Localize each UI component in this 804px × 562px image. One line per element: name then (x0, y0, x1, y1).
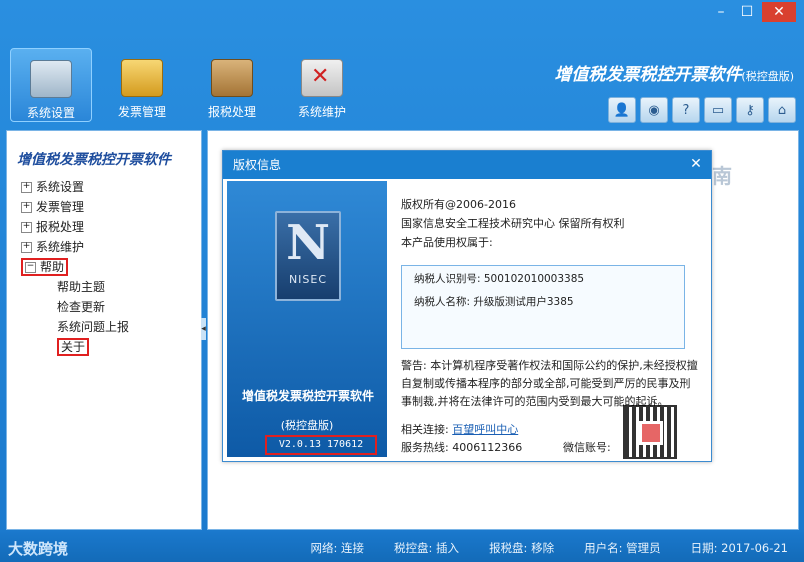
about-dialog: 版权信息 ✕ N NISEC 增值税发票税控开票软件 (税控盘版) V2.0.1… (222, 150, 712, 462)
tree-label: 系统设置 (36, 180, 85, 194)
taxpayer-name: 纳税人名称: 升级版测试用户3385 (414, 296, 574, 308)
highlight-box: 关于 (57, 338, 90, 356)
tree-item-help-topics[interactable]: 帮助主题 (57, 277, 201, 297)
home-icon[interactable]: ⌂ (768, 97, 796, 123)
dialog-close-button[interactable]: ✕ (685, 153, 707, 175)
help-icon[interactable]: ? (672, 97, 700, 123)
status-tax-disk: 税控盘: 插入 (394, 541, 460, 555)
dialog-title: 版权信息 (223, 151, 711, 179)
status-user: 用户名: 管理员 (584, 541, 661, 555)
toolbar-label: 系统设置 (26, 106, 75, 120)
expand-icon[interactable]: + (21, 242, 32, 253)
tools-icon (301, 59, 343, 97)
expand-icon[interactable]: + (21, 222, 32, 233)
owner-label: 本产品使用权属于: (401, 236, 493, 249)
product-name: 增值税发票税控开票软件 (241, 389, 374, 403)
status-bar: 大数跨境 网络: 连接 税控盘: 插入 报税盘: 移除 用户名: 管理员 日期:… (0, 532, 804, 562)
tree-item-report-issue[interactable]: 系统问题上报 (57, 317, 201, 337)
toolbar-invoice-management[interactable]: 发票管理 (102, 48, 182, 120)
nav-tree: + 系统设置 + 发票管理 + 报税处理 + 系统维护 − 帮助 帮助主题 检查更新 系统… (21, 177, 201, 357)
main-toolbar: 系统设置 发票管理 报税处理 系统维护 (10, 48, 362, 122)
tree-label: 报税处理 (36, 220, 85, 234)
wechat-label: 微信账号: (563, 441, 611, 454)
status-items: 网络: 连接 税控盘: 插入 报税盘: 移除 用户名: 管理员 日期: 2017… (311, 540, 789, 556)
expand-icon[interactable]: + (21, 202, 32, 213)
tree-label: 发票管理 (36, 200, 85, 214)
watermark-brand: 大数跨境 (8, 540, 69, 558)
highlight-box: − 帮助 (21, 258, 69, 276)
toolbar-label: 报税处理 (207, 105, 256, 119)
window-controls: – ☐ ✕ (710, 2, 796, 22)
status-network: 网络: 连接 (310, 541, 365, 555)
toolbar-label: 发票管理 (117, 105, 166, 119)
sidebar: 增值税发票税控开票软件 + 系统设置 + 发票管理 + 报税处理 + 系统维护 − 帮助 … (6, 130, 202, 530)
warning-text: 警告: 本计算机程序受著作权法和国际公约的保护,未经授权擅自复制或传播本程序的部… (401, 359, 698, 408)
tree-item-invoice-management[interactable]: + 发票管理 (21, 197, 201, 217)
licensee-box: 纳税人识别号: 500102010003385 纳税人名称: 升级版测试用户33… (401, 265, 685, 349)
toolbar-tax-reporting[interactable]: 报税处理 (192, 48, 272, 120)
window-icon[interactable]: ▭ (704, 97, 732, 123)
qr-code-icon (623, 405, 677, 459)
tree-item-system-settings[interactable]: + 系统设置 (21, 177, 201, 197)
background-text: 南 (712, 164, 732, 188)
key-icon[interactable]: ⚷ (736, 97, 764, 123)
call-center-link[interactable]: 百望呼叫中心 (452, 423, 518, 436)
maximize-button[interactable]: ☐ (736, 2, 758, 22)
app-edition: (税控盘版) (741, 70, 794, 83)
tree-item-tax-reporting[interactable]: + 报税处理 (21, 217, 201, 237)
hotline-text: 服务热线: 4006112366 (401, 441, 523, 454)
dialog-brand-panel: N NISEC 增值税发票税控开票软件 (税控盘版) V2.0.13 17061… (227, 181, 387, 457)
status-report-disk: 报税盘: 移除 (489, 541, 555, 555)
box-upload-icon (211, 59, 253, 97)
folder-icon (121, 59, 163, 97)
tree-item-about[interactable]: 关于 (57, 337, 201, 357)
link-label: 相关连接: (401, 423, 449, 436)
dialog-info: 版权所有@2006-2016 国家信息安全工程技术研究中心 保留所有权利 本产品… (401, 195, 701, 459)
tree-label: 帮助 (40, 260, 65, 274)
logo-letter: N (286, 215, 330, 271)
contact-info: 相关连接: 百望呼叫中心 服务热线: 4006112366 (401, 421, 522, 457)
toolbar-system-maintenance[interactable]: 系统维护 (282, 48, 362, 120)
app-title-text: 增值税发票税控开票软件 (554, 65, 742, 85)
app-title: 增值税发票税控开票软件(税控盘版) (554, 60, 794, 85)
toolbar-label: 系统维护 (297, 105, 346, 119)
panel-splitter[interactable]: ◂ (201, 318, 206, 340)
taxpayer-id: 纳税人识别号: 500102010003385 (414, 273, 585, 285)
nisec-logo: N NISEC (275, 211, 341, 301)
user-icon[interactable]: 👤 (608, 97, 636, 123)
tree-item-help[interactable]: − 帮助 (21, 257, 201, 277)
close-button[interactable]: ✕ (762, 2, 796, 22)
tree-label: 系统维护 (36, 240, 85, 254)
status-date: 日期: 2017-06-21 (690, 541, 788, 555)
logo-text: NISEC (288, 273, 328, 286)
settings-icon (30, 60, 72, 98)
expand-icon[interactable]: + (21, 182, 32, 193)
minimize-button[interactable]: – (710, 2, 732, 22)
org-text: 国家信息安全工程技术研究中心 保留所有权利 (401, 217, 625, 230)
tree-item-system-maintenance[interactable]: + 系统维护 (21, 237, 201, 257)
tree-item-check-updates[interactable]: 检查更新 (57, 297, 201, 317)
collapse-icon[interactable]: − (25, 262, 36, 273)
sidebar-title: 增值税发票税控开票软件 (17, 152, 171, 168)
product-edition: (税控盘版) (280, 419, 334, 432)
version-label: V2.0.13 170612 (265, 435, 377, 455)
globe-icon[interactable]: ◉ (640, 97, 668, 123)
copyright-text: 版权所有@2006-2016 (401, 198, 516, 211)
quick-icons: 👤 ◉ ? ▭ ⚷ ⌂ (608, 97, 796, 123)
toolbar-system-settings[interactable]: 系统设置 (10, 48, 92, 122)
app-window: – ☐ ✕ 系统设置 发票管理 报税处理 系统维护 增值税发票税控开票软件(税控… (0, 0, 804, 562)
